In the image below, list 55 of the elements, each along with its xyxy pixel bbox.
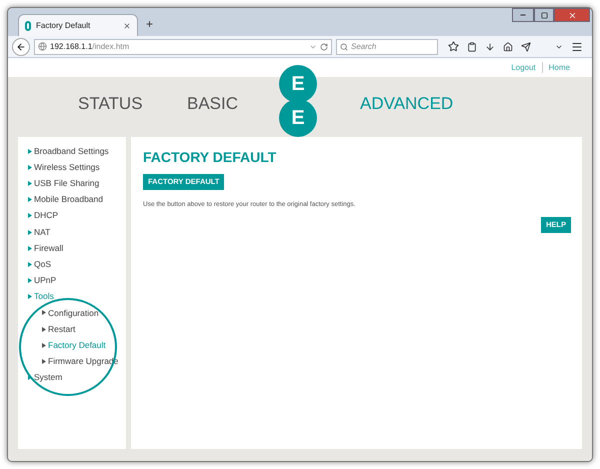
- maximize-icon: [540, 12, 548, 18]
- sidebar-item[interactable]: NAT: [34, 226, 50, 238]
- close-icon[interactable]: [123, 22, 131, 30]
- sidebar-item[interactable]: Mobile Broadband: [34, 193, 103, 206]
- bullet-icon: [28, 294, 32, 300]
- sidebar-item[interactable]: USB File Sharing: [34, 177, 100, 190]
- bullet-icon: [28, 246, 32, 251]
- menu-icon[interactable]: [571, 40, 583, 52]
- address-field[interactable]: 192.168.1.1/index.htm: [34, 38, 332, 54]
- nav-tab[interactable]: STATUS: [78, 91, 143, 116]
- home-icon[interactable]: [503, 42, 513, 52]
- bullet-icon: [42, 359, 46, 364]
- bullet-icon: [28, 148, 32, 154]
- sidebar-item[interactable]: QoS: [34, 258, 52, 271]
- bullet-icon: [28, 180, 32, 186]
- bookmark-star-icon[interactable]: [448, 41, 459, 52]
- sidebar-item[interactable]: Firewall: [34, 242, 64, 255]
- minimize-button[interactable]: [512, 8, 534, 22]
- sidebar-item[interactable]: Tools: [34, 290, 54, 304]
- bullet-icon: [42, 342, 46, 348]
- sidebar-item[interactable]: System: [34, 371, 62, 384]
- sidebar-item[interactable]: Configuration: [48, 306, 99, 320]
- search-placeholder: Search: [351, 40, 376, 52]
- bullet-icon: [28, 375, 32, 380]
- sidebar-item[interactable]: Restart: [48, 322, 76, 336]
- bullet-icon: [28, 164, 32, 170]
- sidebar-item[interactable]: Broadband Settings: [34, 144, 109, 158]
- browser-tab[interactable]: Factory Default: [18, 14, 138, 36]
- search-field[interactable]: Search: [336, 38, 438, 54]
- download-icon[interactable]: [485, 42, 495, 52]
- sidebar-item[interactable]: DHCP: [34, 209, 58, 222]
- bullet-icon: [28, 262, 32, 267]
- page-title: FACTORY DEFAULT: [143, 148, 278, 167]
- bullet-icon: [28, 197, 32, 202]
- sidebar-item[interactable]: UPnP: [34, 274, 56, 287]
- bullet-icon: [42, 326, 46, 332]
- bullet-icon: [42, 310, 46, 316]
- search-icon: [340, 42, 348, 50]
- maximize-button[interactable]: [534, 8, 554, 22]
- new-tab-button[interactable]: +: [146, 15, 154, 33]
- reload-icon[interactable]: [320, 42, 328, 50]
- tab-title: Factory Default: [36, 20, 92, 32]
- site-icon: [25, 20, 31, 30]
- close-icon: [568, 10, 576, 20]
- url-text: 192.168.1.1/index.htm: [50, 40, 130, 52]
- bullet-icon: [28, 278, 32, 284]
- back-button[interactable]: [12, 38, 30, 56]
- nav-tab[interactable]: BASIC: [187, 91, 238, 116]
- bullet-icon: [28, 230, 32, 235]
- bullet-icon: [28, 213, 32, 218]
- clipboard-icon[interactable]: [467, 42, 477, 52]
- globe-icon: [38, 42, 47, 51]
- sidebar-item[interactable]: Wireless Settings: [34, 160, 100, 174]
- send-icon[interactable]: [521, 42, 531, 52]
- back-arrow-icon: [16, 42, 26, 52]
